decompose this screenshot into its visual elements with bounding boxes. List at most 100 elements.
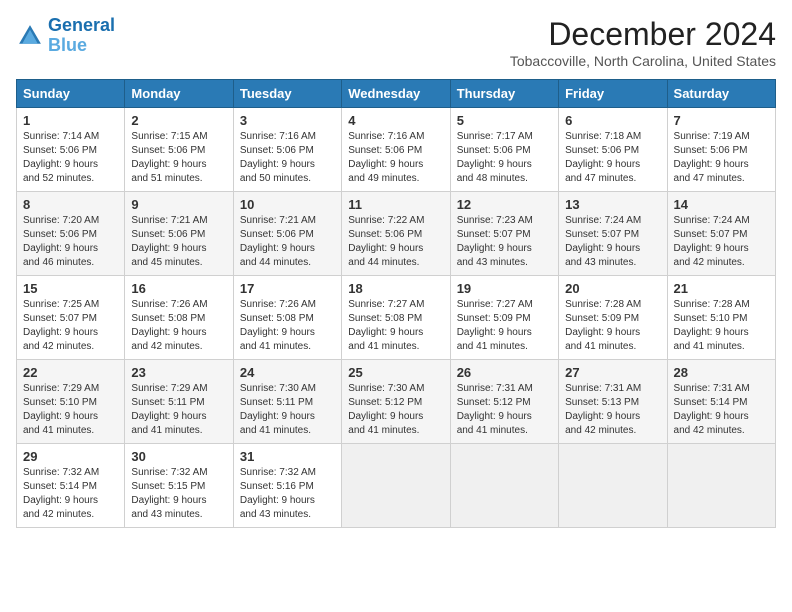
day-info: Sunrise: 7:15 AM Sunset: 5:06 PM Dayligh… [131, 130, 226, 186]
calendar-cell: 8 Sunrise: 7:20 AM Sunset: 5:06 PM Daylig… [17, 192, 125, 276]
day-number: 1 [23, 113, 118, 128]
calendar-cell: 11 Sunrise: 7:22 AM Sunset: 5:06 PM Dayli… [342, 192, 450, 276]
calendar-cell: 18 Sunrise: 7:27 AM Sunset: 5:08 PM Dayli… [342, 276, 450, 360]
calendar-cell: 2 Sunrise: 7:15 AM Sunset: 5:06 PM Daylig… [125, 108, 233, 192]
day-info: Sunrise: 7:27 AM Sunset: 5:08 PM Dayligh… [348, 298, 443, 354]
month-title: December 2024 [510, 16, 776, 53]
calendar-week-row: 22Sunrise: 7:29 AM Sunset: 5:10 PM Dayli… [17, 360, 776, 444]
day-info: Sunrise: 7:28 AM Sunset: 5:10 PM Dayligh… [674, 298, 769, 354]
day-number: 10 [240, 197, 335, 212]
calendar-header-friday: Friday [559, 80, 667, 108]
day-info: Sunrise: 7:24 AM Sunset: 5:07 PM Dayligh… [674, 214, 769, 270]
calendar-cell: 7 Sunrise: 7:19 AM Sunset: 5:06 PM Daylig… [667, 108, 775, 192]
calendar-cell: 27 Sunrise: 7:31 AM Sunset: 5:13 PM Dayli… [559, 360, 667, 444]
title-block: December 2024 Tobaccoville, North Caroli… [510, 16, 776, 69]
calendar-cell: 5 Sunrise: 7:17 AM Sunset: 5:06 PM Daylig… [450, 108, 558, 192]
day-info: Sunrise: 7:19 AM Sunset: 5:06 PM Dayligh… [674, 130, 769, 186]
calendar-cell [667, 444, 775, 528]
calendar-cell: 1 Sunrise: 7:14 AM Sunset: 5:06 PM Daylig… [17, 108, 125, 192]
calendar-cell: 30 Sunrise: 7:32 AM Sunset: 5:15 PM Dayli… [125, 444, 233, 528]
calendar-cell: 20 Sunrise: 7:28 AM Sunset: 5:09 PM Dayli… [559, 276, 667, 360]
day-number: 8 [23, 197, 118, 212]
calendar-header-monday: Monday [125, 80, 233, 108]
day-info: Sunrise: 7:32 AM Sunset: 5:15 PM Dayligh… [131, 466, 226, 522]
day-number: 15 [23, 281, 118, 296]
day-number: 14 [674, 197, 769, 212]
day-number: 30 [131, 449, 226, 464]
calendar-cell [450, 444, 558, 528]
logo-text: GeneralBlue [48, 16, 115, 56]
calendar-table: SundayMondayTuesdayWednesdayThursdayFrid… [16, 79, 776, 528]
calendar-header-thursday: Thursday [450, 80, 558, 108]
calendar-cell: 24Sunrise: 7:30 AM Sunset: 5:11 PM Dayli… [233, 360, 341, 444]
day-info: Sunrise: 7:14 AM Sunset: 5:06 PM Dayligh… [23, 130, 118, 186]
calendar-cell: 3 Sunrise: 7:16 AM Sunset: 5:06 PM Daylig… [233, 108, 341, 192]
calendar-week-row: 8 Sunrise: 7:20 AM Sunset: 5:06 PM Daylig… [17, 192, 776, 276]
calendar-header-sunday: Sunday [17, 80, 125, 108]
calendar-cell: 4 Sunrise: 7:16 AM Sunset: 5:06 PM Daylig… [342, 108, 450, 192]
day-info: Sunrise: 7:31 AM Sunset: 5:12 PM Dayligh… [457, 382, 552, 438]
day-number: 17 [240, 281, 335, 296]
day-number: 24 [240, 365, 335, 380]
day-info: Sunrise: 7:20 AM Sunset: 5:06 PM Dayligh… [23, 214, 118, 270]
day-info: Sunrise: 7:25 AM Sunset: 5:07 PM Dayligh… [23, 298, 118, 354]
day-info: Sunrise: 7:32 AM Sunset: 5:14 PM Dayligh… [23, 466, 118, 522]
day-info: Sunrise: 7:27 AM Sunset: 5:09 PM Dayligh… [457, 298, 552, 354]
day-number: 7 [674, 113, 769, 128]
day-info: Sunrise: 7:16 AM Sunset: 5:06 PM Dayligh… [348, 130, 443, 186]
day-info: Sunrise: 7:28 AM Sunset: 5:09 PM Dayligh… [565, 298, 660, 354]
day-info: Sunrise: 7:22 AM Sunset: 5:06 PM Dayligh… [348, 214, 443, 270]
calendar-cell: 12Sunrise: 7:23 AM Sunset: 5:07 PM Dayli… [450, 192, 558, 276]
day-info: Sunrise: 7:31 AM Sunset: 5:13 PM Dayligh… [565, 382, 660, 438]
calendar-cell: 10 Sunrise: 7:21 AM Sunset: 5:06 PM Dayli… [233, 192, 341, 276]
day-number: 27 [565, 365, 660, 380]
day-number: 2 [131, 113, 226, 128]
day-number: 20 [565, 281, 660, 296]
day-number: 26 [457, 365, 552, 380]
logo: GeneralBlue [16, 16, 115, 56]
day-info: Sunrise: 7:29 AM Sunset: 5:10 PM Dayligh… [23, 382, 118, 438]
day-info: Sunrise: 7:32 AM Sunset: 5:16 PM Dayligh… [240, 466, 335, 522]
calendar-cell [559, 444, 667, 528]
day-info: Sunrise: 7:26 AM Sunset: 5:08 PM Dayligh… [131, 298, 226, 354]
day-info: Sunrise: 7:17 AM Sunset: 5:06 PM Dayligh… [457, 130, 552, 186]
day-number: 18 [348, 281, 443, 296]
calendar-header-saturday: Saturday [667, 80, 775, 108]
day-info: Sunrise: 7:30 AM Sunset: 5:12 PM Dayligh… [348, 382, 443, 438]
calendar-cell: 29Sunrise: 7:32 AM Sunset: 5:14 PM Dayli… [17, 444, 125, 528]
day-number: 3 [240, 113, 335, 128]
calendar-week-row: 15 Sunrise: 7:25 AM Sunset: 5:07 PM Dayli… [17, 276, 776, 360]
day-number: 5 [457, 113, 552, 128]
day-number: 23 [131, 365, 226, 380]
day-number: 25 [348, 365, 443, 380]
calendar-cell: 26 Sunrise: 7:31 AM Sunset: 5:12 PM Dayli… [450, 360, 558, 444]
calendar-week-row: 29Sunrise: 7:32 AM Sunset: 5:14 PM Dayli… [17, 444, 776, 528]
day-info: Sunrise: 7:26 AM Sunset: 5:08 PM Dayligh… [240, 298, 335, 354]
calendar-cell: 14 Sunrise: 7:24 AM Sunset: 5:07 PM Dayli… [667, 192, 775, 276]
calendar-cell: 6 Sunrise: 7:18 AM Sunset: 5:06 PM Daylig… [559, 108, 667, 192]
day-number: 4 [348, 113, 443, 128]
day-info: Sunrise: 7:16 AM Sunset: 5:06 PM Dayligh… [240, 130, 335, 186]
day-info: Sunrise: 7:18 AM Sunset: 5:06 PM Dayligh… [565, 130, 660, 186]
calendar-cell: 17 Sunrise: 7:26 AM Sunset: 5:08 PM Dayli… [233, 276, 341, 360]
day-info: Sunrise: 7:21 AM Sunset: 5:06 PM Dayligh… [240, 214, 335, 270]
calendar-cell: 9Sunrise: 7:21 AM Sunset: 5:06 PM Daylig… [125, 192, 233, 276]
day-number: 13 [565, 197, 660, 212]
calendar-cell: 22Sunrise: 7:29 AM Sunset: 5:10 PM Dayli… [17, 360, 125, 444]
day-number: 28 [674, 365, 769, 380]
calendar-cell: 13Sunrise: 7:24 AM Sunset: 5:07 PM Dayli… [559, 192, 667, 276]
day-number: 16 [131, 281, 226, 296]
day-info: Sunrise: 7:23 AM Sunset: 5:07 PM Dayligh… [457, 214, 552, 270]
calendar-cell: 23 Sunrise: 7:29 AM Sunset: 5:11 PM Dayli… [125, 360, 233, 444]
calendar-cell: 31Sunrise: 7:32 AM Sunset: 5:16 PM Dayli… [233, 444, 341, 528]
calendar-cell: 21 Sunrise: 7:28 AM Sunset: 5:10 PM Dayli… [667, 276, 775, 360]
page-header: GeneralBlue December 2024 Tobaccoville, … [16, 16, 776, 69]
day-info: Sunrise: 7:29 AM Sunset: 5:11 PM Dayligh… [131, 382, 226, 438]
location-title: Tobaccoville, North Carolina, United Sta… [510, 53, 776, 69]
calendar-cell [342, 444, 450, 528]
day-info: Sunrise: 7:21 AM Sunset: 5:06 PM Dayligh… [131, 214, 226, 270]
calendar-header-wednesday: Wednesday [342, 80, 450, 108]
day-number: 21 [674, 281, 769, 296]
day-number: 6 [565, 113, 660, 128]
day-number: 11 [348, 197, 443, 212]
